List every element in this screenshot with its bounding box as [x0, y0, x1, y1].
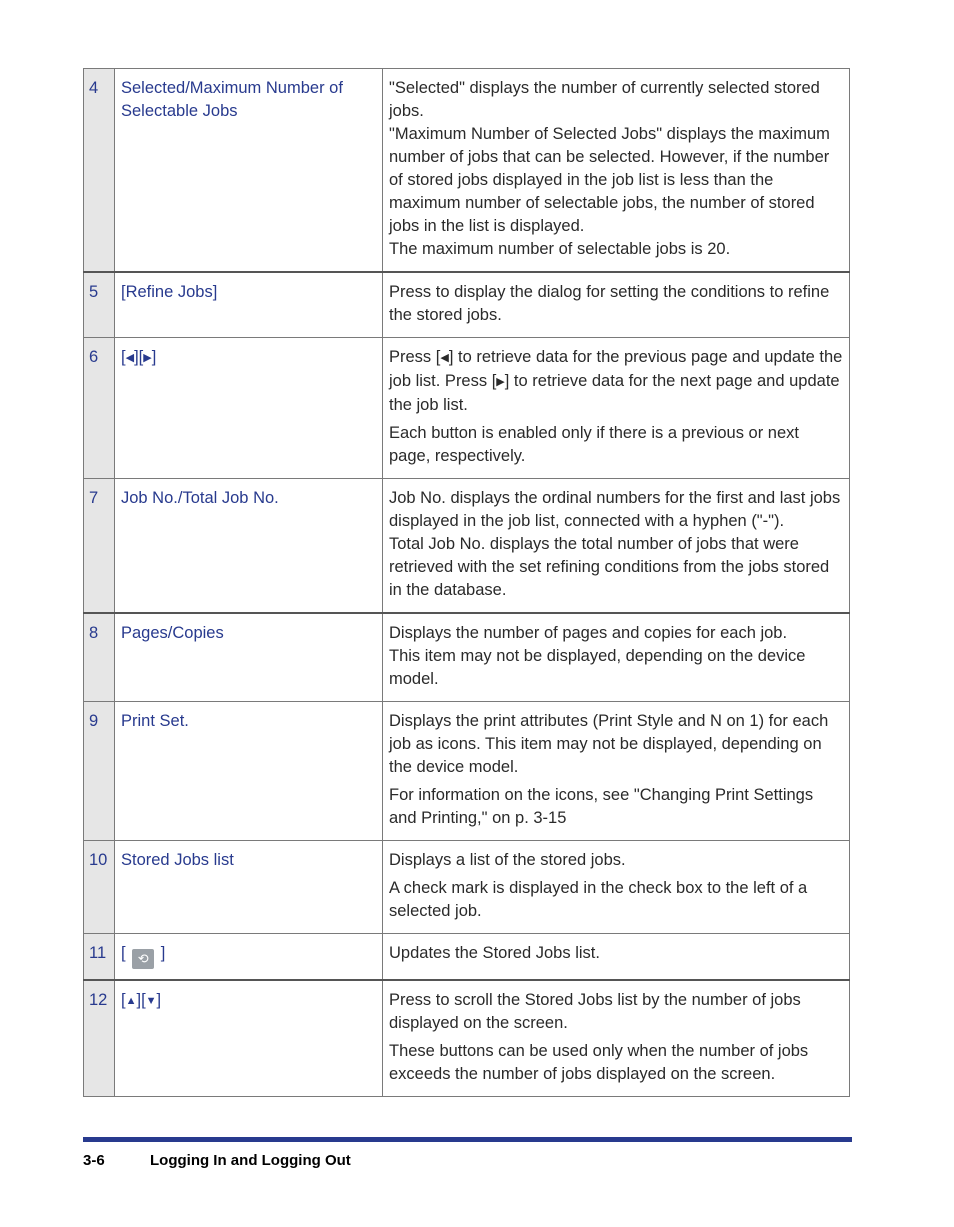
desc-text: Press [: [389, 348, 441, 366]
item-name: [Refine Jobs]: [114, 271, 383, 338]
desc-line: Displays a list of the stored jobs.: [389, 851, 626, 869]
item-description: Displays the print attributes (Print Sty…: [382, 701, 850, 841]
item-name: [◀][▶]: [114, 337, 383, 479]
item-description: "Selected" displays the number of curren…: [382, 68, 850, 273]
row-number: 7: [83, 478, 115, 614]
item-name: Print Set.: [114, 701, 383, 841]
item-description: Updates the Stored Jobs list.: [382, 933, 850, 981]
desc-line: Job No. displays the ordinal numbers for…: [389, 489, 841, 530]
left-arrow-icon: ◀: [440, 352, 449, 364]
refresh-icon: ⟲: [132, 949, 155, 969]
chapter-title: Logging In and Logging Out: [150, 1152, 351, 1169]
item-description: Press [◀] to retrieve data for the previ…: [382, 337, 850, 479]
description-table: 4 Selected/Maximum Number of Selectable …: [83, 68, 850, 1097]
row-number: 5: [83, 271, 115, 338]
desc-line: Updates the Stored Jobs list.: [389, 944, 600, 962]
left-arrow-icon: ◀: [125, 352, 135, 364]
desc-line: Press [◀] to retrieve data for the previ…: [389, 346, 843, 417]
desc-line: Each button is enabled only if there is …: [389, 424, 799, 465]
bracket: ][: [136, 991, 146, 1009]
table-row: 6 [◀][▶] Press [◀] to retrieve data for …: [83, 337, 850, 479]
row-number: 12: [83, 979, 115, 1097]
desc-line: Displays the number of pages and copies …: [389, 624, 788, 642]
desc-line: These buttons can be used only when the …: [389, 1042, 809, 1083]
desc-line: The maximum number of selectable jobs is…: [389, 240, 731, 258]
item-name: Stored Jobs list: [114, 840, 383, 934]
row-number: 9: [83, 701, 115, 841]
row-number: 10: [83, 840, 115, 934]
desc-line: Press to display the dialog for setting …: [389, 283, 830, 324]
item-name: [▲][▼]: [114, 979, 383, 1097]
right-arrow-icon: ▶: [143, 352, 152, 364]
bracket: ][: [134, 348, 144, 366]
row-number: 11: [83, 933, 115, 981]
item-description: Job No. displays the ordinal numbers for…: [382, 478, 850, 614]
table-row: 11 [ ⟲ ] Updates the Stored Jobs list.: [83, 933, 850, 981]
right-arrow-icon: ▶: [496, 376, 505, 388]
item-name: Selected/Maximum Number of Selectable Jo…: [114, 68, 383, 273]
item-name: [ ⟲ ]: [114, 933, 383, 981]
table-row: 8 Pages/Copies Displays the number of pa…: [83, 612, 850, 702]
desc-line: Press to scroll the Stored Jobs list by …: [389, 991, 801, 1032]
footer-rule: [83, 1137, 852, 1142]
desc-line: This item may not be displayed, dependin…: [389, 647, 806, 688]
item-name: Job No./Total Job No.: [114, 478, 383, 614]
item-description: Press to scroll the Stored Jobs list by …: [382, 979, 850, 1097]
desc-line: Displays the print attributes (Print Sty…: [389, 712, 829, 776]
item-description: Displays the number of pages and copies …: [382, 612, 850, 702]
desc-line: Total Job No. displays the total number …: [389, 535, 830, 599]
desc-line: "Selected" displays the number of curren…: [389, 79, 820, 120]
table-row: 5 [Refine Jobs] Press to display the dia…: [83, 271, 850, 338]
desc-line: A check mark is displayed in the check b…: [389, 879, 808, 920]
table-row: 7 Job No./Total Job No. Job No. displays…: [83, 478, 850, 614]
table-row: 4 Selected/Maximum Number of Selectable …: [83, 68, 850, 273]
row-number: 8: [83, 612, 115, 702]
bracket: ]: [151, 348, 157, 366]
item-name: Pages/Copies: [114, 612, 383, 702]
bracket: ]: [156, 991, 162, 1009]
desc-line: For information on the icons, see "Chang…: [389, 786, 814, 827]
table-row: 12 [▲][▼] Press to scroll the Stored Job…: [83, 979, 850, 1097]
item-description: Press to display the dialog for setting …: [382, 271, 850, 338]
table-row: 9 Print Set. Displays the print attribut…: [83, 701, 850, 841]
row-number: 6: [83, 337, 115, 479]
item-description: Displays a list of the stored jobs. A ch…: [382, 840, 850, 934]
down-arrow-icon: ▼: [145, 995, 157, 1007]
row-number: 4: [83, 68, 115, 273]
bracket: [: [121, 944, 126, 962]
desc-line: "Maximum Number of Selected Jobs" displa…: [389, 125, 830, 235]
up-arrow-icon: ▲: [125, 995, 137, 1007]
bracket: ]: [160, 944, 166, 962]
table-row: 10 Stored Jobs list Displays a list of t…: [83, 840, 850, 934]
page-number: 3-6: [83, 1152, 105, 1169]
